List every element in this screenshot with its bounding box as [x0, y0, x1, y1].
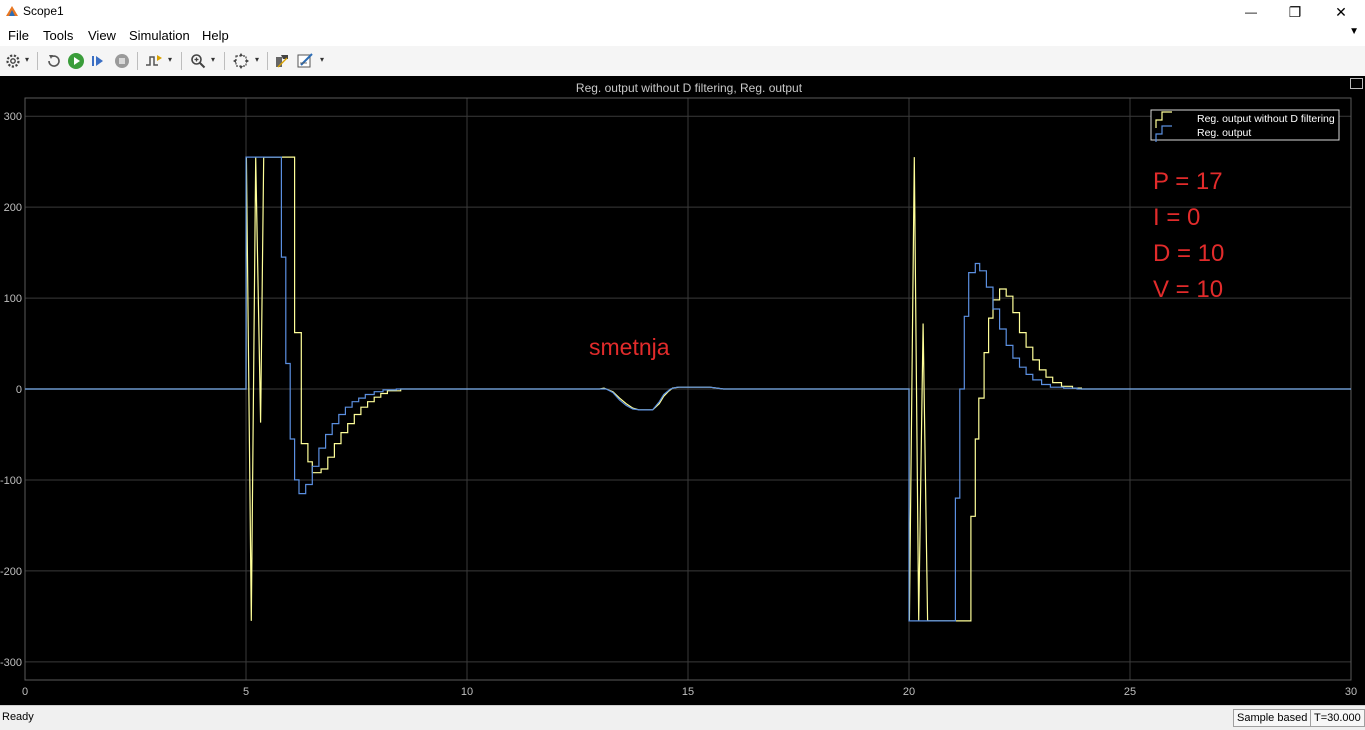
stop-icon — [115, 54, 129, 68]
menu-view[interactable]: View — [88, 28, 116, 43]
fit-to-view-icon — [233, 53, 249, 69]
window-title: Scope1 — [23, 4, 64, 18]
y-tick-label: 100 — [4, 293, 22, 305]
cursor-measurements-button[interactable] — [273, 52, 291, 70]
toolbar: ▾ ▾ ▾ ▾ ▾ — [0, 46, 1365, 77]
settings-button[interactable] — [4, 52, 22, 70]
y-tick-label: -300 — [0, 657, 22, 669]
toolbar-separator — [224, 52, 225, 70]
x-tick-label: 20 — [903, 686, 915, 698]
y-tick-label: -200 — [0, 566, 22, 578]
x-tick-label: 10 — [461, 686, 473, 698]
menu-overflow-icon[interactable]: ▼ — [1349, 26, 1359, 37]
step-forward-icon — [92, 56, 103, 66]
step-forward-button[interactable] — [89, 52, 107, 70]
triggers-icon — [146, 55, 162, 66]
x-tick-label: 30 — [1345, 686, 1357, 698]
status-bar: Ready Sample based T=30.000 — [0, 705, 1365, 730]
style-dropdown-icon[interactable]: ▾ — [320, 55, 324, 64]
style-icon — [297, 53, 313, 68]
stop-button[interactable] — [113, 52, 131, 70]
restore-icon — [48, 55, 60, 67]
y-tick-label: -100 — [0, 475, 22, 487]
y-tick-label: 200 — [4, 202, 22, 214]
zoom-in-icon — [191, 54, 206, 69]
matlab-logo-icon — [6, 6, 18, 16]
cursor-measurements-icon — [276, 55, 288, 68]
fit-dropdown-icon[interactable]: ▾ — [255, 55, 259, 64]
scope-display: Reg. output without D filtering, Reg. ou… — [0, 76, 1365, 705]
triggers-dropdown-icon[interactable]: ▾ — [168, 55, 172, 64]
zoom-dropdown-icon[interactable]: ▾ — [211, 55, 215, 64]
x-tick-label: 15 — [682, 686, 694, 698]
scope-plot[interactable]: Reg. output without D filtering, Reg. ou… — [0, 76, 1365, 705]
minimize-icon: — — [1245, 5, 1257, 19]
restore-button[interactable] — [45, 52, 63, 70]
legend-label-reg-output: Reg. output — [1197, 127, 1251, 139]
x-tick-label: 25 — [1124, 686, 1136, 698]
toolbar-separator — [37, 52, 38, 70]
y-tick-label: 300 — [4, 111, 22, 123]
run-button[interactable] — [67, 52, 85, 70]
y-tick-label: 0 — [16, 384, 22, 396]
annotation-v: V = 10 — [1153, 276, 1223, 303]
toolbar-separator — [181, 52, 182, 70]
sample-mode-indicator: Sample based — [1233, 709, 1312, 727]
menu-simulation[interactable]: Simulation — [129, 28, 190, 43]
restore-window-icon: ❐ — [1288, 3, 1302, 20]
menu-help[interactable]: Help — [202, 28, 229, 43]
close-icon: ✕ — [1335, 3, 1347, 20]
close-button[interactable]: ✕ — [1318, 0, 1364, 24]
triggers-button[interactable] — [145, 52, 163, 70]
settings-dropdown-icon[interactable]: ▾ — [25, 55, 29, 64]
annotation-d: D = 10 — [1153, 240, 1224, 267]
x-tick-label: 5 — [243, 686, 249, 698]
fit-to-view-button[interactable] — [232, 52, 250, 70]
toolbar-separator — [137, 52, 138, 70]
annotation-i: I = 0 — [1153, 204, 1200, 231]
minimize-button[interactable]: — — [1228, 0, 1274, 24]
x-tick-label: 0 — [22, 686, 28, 698]
maximize-button[interactable]: ❐ — [1272, 0, 1318, 24]
simulation-time: T=30.000 — [1310, 709, 1365, 727]
run-icon — [68, 53, 84, 69]
annotation-disturbance: smetnja — [589, 334, 670, 360]
settings-icon — [6, 54, 20, 68]
plot-title: Reg. output without D filtering, Reg. ou… — [576, 81, 803, 95]
menu-bar: File Tools View Simulation Help ▼ — [0, 24, 1365, 46]
menu-file[interactable]: File — [8, 28, 29, 43]
annotation-p: P = 17 — [1153, 168, 1223, 195]
title-bar: Scope1 — ❐ ✕ — [0, 0, 1365, 24]
status-text: Ready — [2, 711, 34, 723]
legend-label-reg-output-without-d-filtering: Reg. output without D filtering — [1197, 113, 1335, 125]
undock-icon[interactable] — [1350, 78, 1363, 89]
style-button[interactable] — [297, 52, 315, 70]
toolbar-separator — [267, 52, 268, 70]
menu-tools[interactable]: Tools — [43, 28, 73, 43]
zoom-in-button[interactable] — [189, 52, 207, 70]
